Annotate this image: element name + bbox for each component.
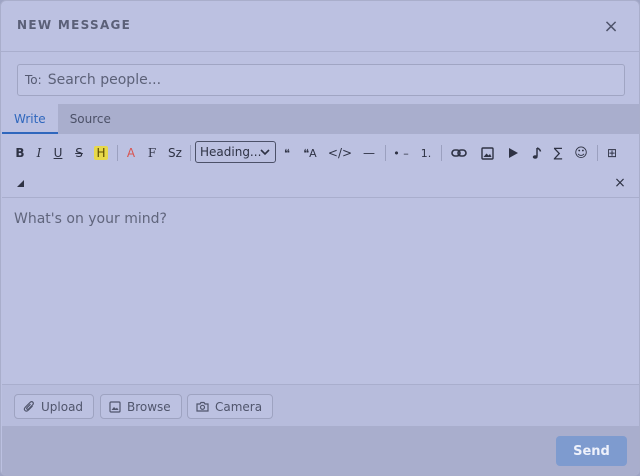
- browse-label: Browse: [127, 399, 171, 414]
- play-icon: [508, 148, 518, 158]
- toolbar-separator: [117, 145, 118, 161]
- strikethrough-button[interactable]: S: [72, 142, 86, 164]
- link-icon: [451, 149, 467, 157]
- editor-tabs: Write Source: [2, 104, 639, 134]
- insert-video-button[interactable]: [505, 142, 521, 164]
- toolbar-separator: [597, 145, 598, 161]
- chevron-down-icon: [260, 149, 270, 156]
- upload-button[interactable]: Upload: [14, 394, 95, 419]
- resize-handle[interactable]: [13, 172, 27, 194]
- upload-label: Upload: [41, 399, 84, 414]
- insert-image-button[interactable]: [479, 142, 495, 164]
- image-icon: [109, 400, 121, 413]
- clear-formatting-button[interactable]: ×: [612, 172, 628, 194]
- toolbar-separator: [385, 145, 386, 161]
- to-label: To:: [25, 73, 42, 87]
- bullet-list-button[interactable]: • –: [392, 142, 410, 164]
- dialog-header: NEW MESSAGE ×: [1, 1, 639, 52]
- send-button[interactable]: Send: [556, 436, 627, 466]
- formula-button[interactable]: ∑: [550, 142, 566, 164]
- highlight-button[interactable]: H: [93, 142, 109, 164]
- toolbar-separator: [441, 145, 442, 161]
- browse-button[interactable]: Browse: [100, 394, 182, 419]
- paperclip-icon: [23, 401, 34, 412]
- toolbar-separator: [190, 145, 191, 161]
- link-button[interactable]: [450, 142, 468, 164]
- music-note-icon: [532, 146, 542, 159]
- camera-label: Camera: [215, 399, 263, 414]
- recipient-field[interactable]: To:: [17, 64, 625, 96]
- triangle-corner-icon: [16, 179, 24, 187]
- camera-button[interactable]: Camera: [187, 394, 274, 419]
- message-textarea[interactable]: [2, 199, 639, 384]
- image-icon: [480, 146, 494, 160]
- heading-select[interactable]: Heading...: [195, 141, 276, 163]
- table-button[interactable]: ⊞: [604, 142, 620, 164]
- dialog-footer: Send: [2, 426, 639, 475]
- font-color-button[interactable]: A: [124, 142, 138, 164]
- dialog-title: NEW MESSAGE: [17, 18, 132, 32]
- camera-icon: [196, 401, 209, 412]
- underline-button[interactable]: U: [51, 142, 65, 164]
- search-people-input[interactable]: [47, 72, 624, 88]
- bold-button[interactable]: B: [13, 142, 27, 164]
- emoji-button[interactable]: ☺: [573, 142, 589, 164]
- message-editor[interactable]: [2, 199, 639, 384]
- font-size-button[interactable]: Sz: [165, 142, 185, 164]
- quote-button[interactable]: ❝: [281, 142, 293, 164]
- font-family-button[interactable]: F: [145, 142, 159, 164]
- tab-write[interactable]: Write: [2, 104, 58, 134]
- highlight-icon: H: [94, 146, 108, 160]
- attachment-bar: Upload Browse Camera: [2, 384, 639, 426]
- italic-button[interactable]: I: [32, 142, 46, 164]
- heading-select-value: Heading...: [200, 145, 262, 159]
- numbered-list-button[interactable]: 1.: [418, 142, 434, 164]
- tab-source[interactable]: Source: [58, 104, 123, 134]
- close-icon[interactable]: ×: [599, 13, 623, 39]
- insert-audio-button[interactable]: [529, 142, 545, 164]
- horizontal-rule-button[interactable]: —: [361, 142, 377, 164]
- new-message-dialog: NEW MESSAGE × To: Write Source B I U S H…: [0, 0, 640, 476]
- blockquote-button[interactable]: ❝A: [300, 142, 320, 164]
- code-button[interactable]: </>: [328, 142, 352, 164]
